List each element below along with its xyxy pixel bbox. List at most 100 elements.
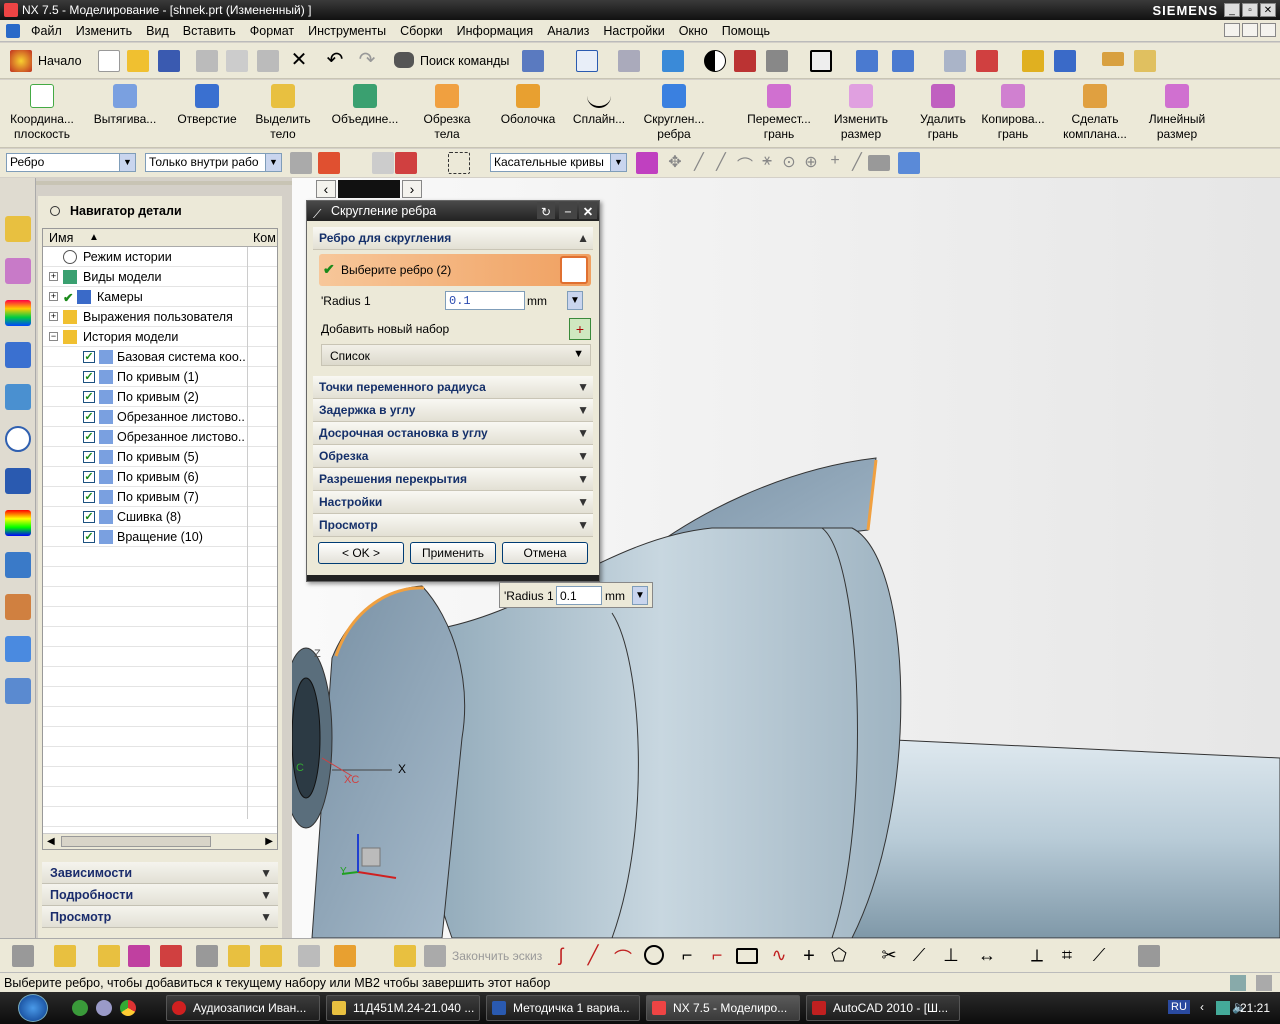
- snap-line-icon[interactable]: ╱: [688, 152, 710, 174]
- tree-row[interactable]: − История модели: [43, 327, 277, 347]
- feature-checkbox[interactable]: ✓: [83, 471, 95, 483]
- feature-checkbox[interactable]: ✓: [83, 391, 95, 403]
- group-stop-short-of-corner[interactable]: Досрочная остановка в углу ▼: [313, 422, 593, 445]
- datum-plane-button[interactable]: Координа... плоскость: [6, 84, 78, 142]
- history-icon[interactable]: [5, 426, 31, 452]
- hole-button[interactable]: Отверстие: [172, 84, 242, 127]
- fillet-icon[interactable]: ⌐: [676, 945, 698, 967]
- scroll-right-icon[interactable]: ▶: [265, 836, 273, 847]
- list-row[interactable]: Список ▼: [321, 344, 591, 366]
- quick-trim-icon[interactable]: ✂: [878, 945, 900, 967]
- feature-checkbox[interactable]: ✓: [83, 491, 95, 503]
- feature-checkbox[interactable]: ✓: [83, 371, 95, 383]
- menu-assemblies[interactable]: Сборки: [393, 24, 450, 38]
- feature-checkbox[interactable]: ✓: [83, 431, 95, 443]
- binoculars-icon[interactable]: [394, 52, 414, 68]
- pick-icon[interactable]: [372, 152, 394, 174]
- save-icon[interactable]: [158, 50, 180, 72]
- redo-icon[interactable]: ↷: [356, 50, 378, 72]
- layout-icon[interactable]: [5, 678, 31, 704]
- doc-minimize-button[interactable]: [1224, 23, 1240, 37]
- drafting-icon[interactable]: [298, 945, 320, 967]
- show-constraints-icon[interactable]: ⌗: [1056, 945, 1078, 967]
- cube-icon[interactable]: [12, 945, 34, 967]
- snap-end-icon[interactable]: ✥: [664, 152, 686, 174]
- mirror-icon[interactable]: [128, 945, 150, 967]
- circle-icon[interactable]: [644, 945, 664, 965]
- horizontal-scrollbar[interactable]: ◀ ▶: [43, 833, 277, 849]
- geometric-constraint-icon[interactable]: ⟂: [1026, 945, 1048, 967]
- extrude-button[interactable]: Вытягива...: [88, 84, 162, 127]
- unit-dropdown-icon[interactable]: ▼: [567, 291, 583, 310]
- wcs-icon[interactable]: [892, 50, 914, 72]
- tree-row[interactable]: ✓ Сшивка (8): [43, 507, 277, 527]
- onscreen-unit[interactable]: mm: [605, 589, 625, 603]
- expand-icon[interactable]: +: [49, 312, 58, 321]
- point-icon[interactable]: +: [798, 945, 820, 967]
- palette-icon[interactable]: [5, 510, 31, 536]
- system-scenes-icon[interactable]: [5, 636, 31, 662]
- constraint-icon[interactable]: [160, 945, 182, 967]
- snap-control-icon[interactable]: ⌒: [734, 152, 756, 175]
- sequence-icon[interactable]: [334, 945, 356, 967]
- reset-icon[interactable]: ↻: [537, 202, 555, 219]
- column-name-header[interactable]: Имя: [49, 229, 73, 247]
- task-autocad[interactable]: AutoCAD 2010 - [Ш...: [806, 995, 960, 1021]
- group-trim[interactable]: Обрезка ▼: [313, 445, 593, 468]
- explode-icon[interactable]: [260, 945, 282, 967]
- finish-sketch-icon[interactable]: [424, 945, 446, 967]
- dialog-close-icon[interactable]: ✕: [579, 202, 597, 219]
- curve-rule-icon[interactable]: [395, 152, 417, 174]
- angle-icon[interactable]: [1134, 50, 1156, 72]
- snap-point-existing-icon[interactable]: +: [824, 152, 846, 174]
- menu-analysis[interactable]: Анализ: [540, 24, 596, 38]
- process-studio-icon[interactable]: [5, 552, 31, 578]
- onscreen-radius-input[interactable]: [556, 586, 602, 605]
- delete-icon[interactable]: ✕: [288, 50, 310, 72]
- select-edge-row[interactable]: ✔ Выберите ребро (2): [319, 254, 591, 286]
- collapse-icon[interactable]: −: [559, 202, 577, 219]
- tab-scroll-left[interactable]: ‹: [316, 180, 336, 198]
- tree-row[interactable]: ✓ Обрезанное листово...: [43, 427, 277, 447]
- menu-file[interactable]: Файл: [24, 24, 69, 38]
- move-face-button[interactable]: Перемест... грань: [744, 84, 814, 142]
- snap-point-icon[interactable]: [318, 152, 340, 174]
- group-preview[interactable]: Просмотр ▼: [313, 514, 593, 537]
- rectangle-icon[interactable]: [736, 948, 758, 964]
- snap-quadrant-icon[interactable]: ⊕: [800, 152, 822, 174]
- tray-network-icon[interactable]: [1216, 1001, 1230, 1015]
- sketch-icon[interactable]: [394, 945, 416, 967]
- task-word[interactable]: Методичка 1 вариа...: [486, 995, 640, 1021]
- info-icon[interactable]: [522, 50, 544, 72]
- tree-row[interactable]: Режим истории: [43, 247, 277, 267]
- maximize-button[interactable]: ▫: [1242, 3, 1258, 17]
- offset-icon[interactable]: ⬠: [828, 945, 850, 967]
- scroll-left-icon[interactable]: ◀: [47, 836, 55, 847]
- snap-mid-icon[interactable]: ╱: [710, 152, 732, 174]
- finish-sketch-button[interactable]: Закончить эскиз: [452, 949, 542, 963]
- tree-row[interactable]: ✓ Обрезанное листово...: [43, 407, 277, 427]
- background-icon[interactable]: [810, 50, 832, 72]
- expand-icon[interactable]: +: [49, 292, 58, 301]
- resize-button[interactable]: Изменить размер: [830, 84, 892, 142]
- collapse-icon[interactable]: −: [49, 332, 58, 341]
- polygon-icon[interactable]: ∿: [768, 945, 790, 967]
- line-icon[interactable]: ╱: [582, 945, 604, 967]
- select-box-icon[interactable]: [448, 152, 470, 174]
- view-orient-icon[interactable]: [618, 50, 640, 72]
- tree-row[interactable]: ✓ По кривым (1): [43, 367, 277, 387]
- start-icon[interactable]: [10, 50, 32, 72]
- quick-extend-icon[interactable]: ⟋: [908, 945, 930, 967]
- copy-face-button[interactable]: Копирова... грань: [978, 84, 1048, 142]
- roles-icon[interactable]: [5, 594, 31, 620]
- expand-icon[interactable]: +: [49, 272, 58, 281]
- quicklaunch-skype-icon[interactable]: [96, 1000, 112, 1016]
- copy-icon[interactable]: [226, 50, 248, 72]
- measure-icon[interactable]: [1054, 50, 1076, 72]
- section-dependencies[interactable]: Зависимости ▼: [42, 862, 278, 884]
- open-folder-icon[interactable]: [127, 50, 149, 72]
- ruler-icon[interactable]: [1102, 52, 1124, 66]
- render-style-icon[interactable]: [662, 50, 684, 72]
- pin-icon[interactable]: [50, 206, 60, 216]
- command-search-button[interactable]: Поиск команды: [420, 54, 509, 68]
